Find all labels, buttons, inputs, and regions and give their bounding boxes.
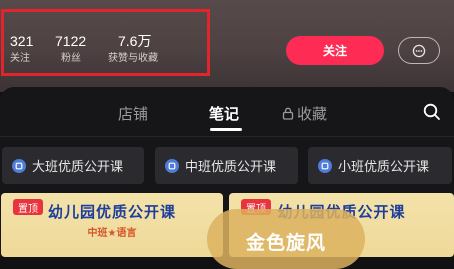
follow-button[interactable]: 关注 (286, 36, 384, 65)
tab-favorites-label: 收藏 (297, 105, 328, 123)
card-subtitle: 中班★语言 (87, 228, 137, 239)
collection-chip-large-class[interactable]: 大班优质公开课 (2, 147, 144, 184)
likes-label: 获赞与收藏 (108, 53, 158, 64)
tab-divider (0, 136, 454, 137)
collection-icon (12, 158, 26, 173)
collection-chip-middle-class[interactable]: 中班优质公开课 (155, 147, 298, 184)
overlay-caption-text: 金色旋风 (245, 232, 326, 254)
tab-notes[interactable]: 笔记 (209, 103, 239, 124)
active-tab-indicator (210, 128, 242, 131)
tab-favorites[interactable]: 收藏 (282, 103, 327, 124)
profile-header: 321 关注 7122 粉丝 7.6万 获赞与收藏 关注 (0, 0, 454, 92)
collection-chip-label: 小班优质公开课 (338, 160, 430, 175)
collection-chip-label: 中班优质公开课 (185, 160, 277, 175)
overlay-caption-bubble: 金色旋风 (207, 209, 365, 269)
likes-stat[interactable]: 7.6万 获赞与收藏 (108, 33, 158, 66)
note-card[interactable]: 幼儿园优质公开课 中班★语言 置顶 (1, 193, 223, 257)
search-icon[interactable] (423, 103, 441, 121)
collection-icon (165, 158, 179, 173)
chat-bubble-icon (412, 44, 426, 57)
tab-store[interactable]: 店铺 (118, 103, 148, 124)
following-label: 关注 (10, 53, 30, 64)
following-count: 321 (10, 33, 34, 49)
lock-icon (282, 107, 294, 120)
following-stat[interactable]: 321 关注 (10, 33, 33, 66)
collection-icon (318, 158, 332, 173)
likes-count: 7.6万 (118, 33, 152, 49)
collection-chip-label: 大班优质公开课 (32, 160, 124, 175)
pinned-badge: 置顶 (13, 199, 43, 215)
followers-label: 粉丝 (61, 53, 81, 64)
collection-chip-small-class[interactable]: 小班优质公开课 (308, 147, 452, 184)
followers-count: 7122 (55, 33, 87, 49)
followers-stat[interactable]: 7122 粉丝 (55, 33, 86, 66)
message-button[interactable] (398, 37, 440, 64)
